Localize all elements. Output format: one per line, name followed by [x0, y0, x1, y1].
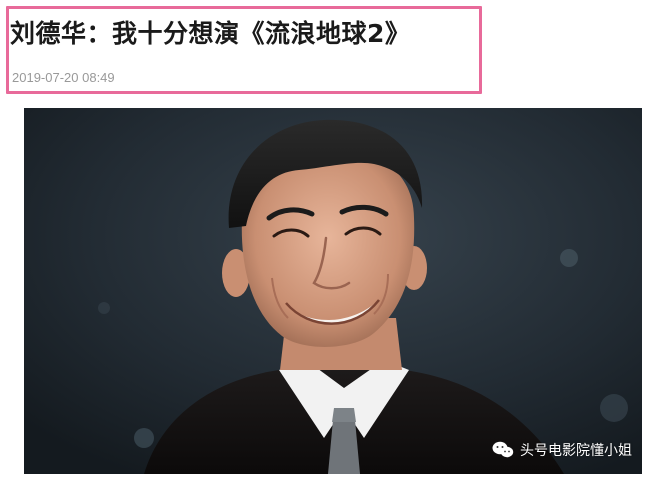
wechat-icon: [492, 441, 514, 459]
article-page: 刘德华：我十分想演《流浪地球2》 2019-07-20 08:49 头号电影院懂…: [0, 0, 661, 478]
watermark-text: 头号电影院懂小姐: [520, 443, 632, 459]
photo-watermark: 头号电影院懂小姐: [492, 440, 632, 460]
portrait-illustration: [24, 108, 642, 474]
article-photo: 头号电影院懂小姐: [24, 108, 642, 474]
article-headline: 刘德华：我十分想演《流浪地球2》: [10, 19, 411, 48]
article-timestamp: 2019-07-20 08:49: [12, 70, 115, 85]
